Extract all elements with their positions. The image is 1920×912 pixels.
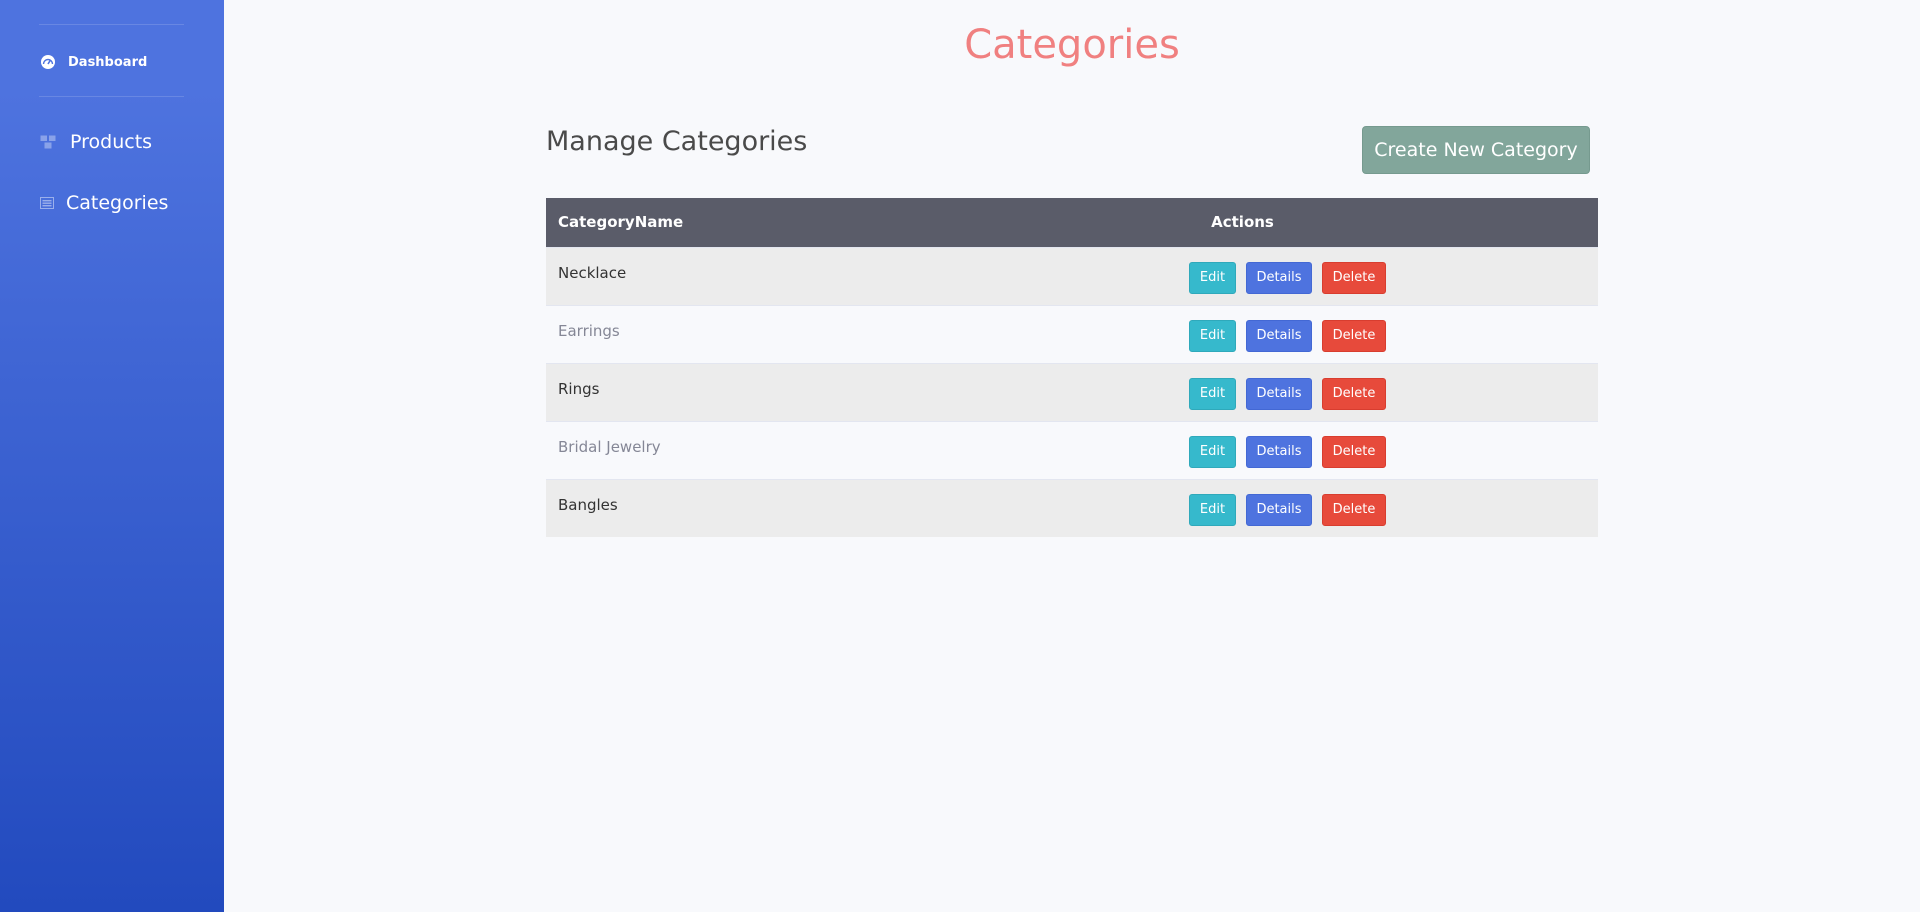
table-row: Rings Edit Details Delete [546,363,1598,421]
app-root: Dashboard Products Categories Categories… [0,0,1920,912]
sidebar-item-dashboard[interactable]: Dashboard [40,54,147,70]
table-row: Bangles Edit Details Delete [546,479,1598,537]
category-name-cell: Bangles [558,495,618,514]
table-row: Necklace Edit Details Delete [546,247,1598,305]
page-title: Categories [964,22,1180,68]
details-button[interactable]: Details [1246,377,1312,410]
tachometer-icon [40,54,56,70]
sidebar-divider [39,96,184,97]
edit-button[interactable]: Edit [1189,377,1236,410]
category-name-cell: Bridal Jewelry [558,437,661,456]
actions-cell: Edit Details Delete [887,479,1598,537]
category-name-cell: Earrings [558,321,620,340]
details-button[interactable]: Details [1246,319,1312,352]
sidebar: Dashboard Products Categories [0,0,224,912]
column-header-actions: Actions [1211,213,1274,232]
actions-cell: Edit Details Delete [887,305,1598,363]
categories-table: CategoryName Actions Necklace Edit Detail… [546,198,1598,537]
edit-button[interactable]: Edit [1189,493,1236,526]
delete-button[interactable]: Delete [1322,435,1386,468]
details-button[interactable]: Details [1246,261,1312,294]
table-body: Necklace Edit Details Delete Earrings Edit… [546,247,1598,537]
details-button[interactable]: Details [1246,435,1312,468]
table-row: Bridal Jewelry Edit Details Delete [546,421,1598,479]
sidebar-item-label: Products [70,131,153,153]
sidebar-item-label: Categories [66,192,169,214]
actions-cell: Edit Details Delete [887,363,1598,421]
sidebar-item-label: Dashboard [68,54,148,70]
boxes-icon [40,135,56,149]
edit-button[interactable]: Edit [1189,261,1236,294]
delete-button[interactable]: Delete [1322,493,1386,526]
details-button[interactable]: Details [1246,493,1312,526]
sidebar-divider [39,24,184,25]
category-name-cell: Necklace [558,263,627,282]
table-row: Earrings Edit Details Delete [546,305,1598,363]
edit-button[interactable]: Edit [1189,435,1236,468]
category-name-cell: Rings [558,379,600,398]
list-icon [40,197,54,209]
column-header-category-name: CategoryName [558,213,684,232]
section-title: Manage Categories [546,126,808,157]
categories-table-container: CategoryName Actions Necklace Edit Detail… [546,198,1598,537]
edit-button[interactable]: Edit [1189,319,1236,352]
create-new-category-button[interactable]: Create New Category [1362,126,1590,174]
table-header: CategoryName Actions [546,198,1598,247]
actions-cell: Edit Details Delete [887,247,1598,305]
delete-button[interactable]: Delete [1322,261,1386,294]
actions-cell: Edit Details Delete [887,421,1598,479]
delete-button[interactable]: Delete [1322,319,1386,352]
delete-button[interactable]: Delete [1322,377,1386,410]
main-content: Categories Manage Categories Create New … [224,0,1920,912]
table-header-row: CategoryName Actions [546,198,1598,247]
sidebar-item-products[interactable]: Products [40,131,152,153]
sidebar-item-categories[interactable]: Categories [40,192,168,214]
